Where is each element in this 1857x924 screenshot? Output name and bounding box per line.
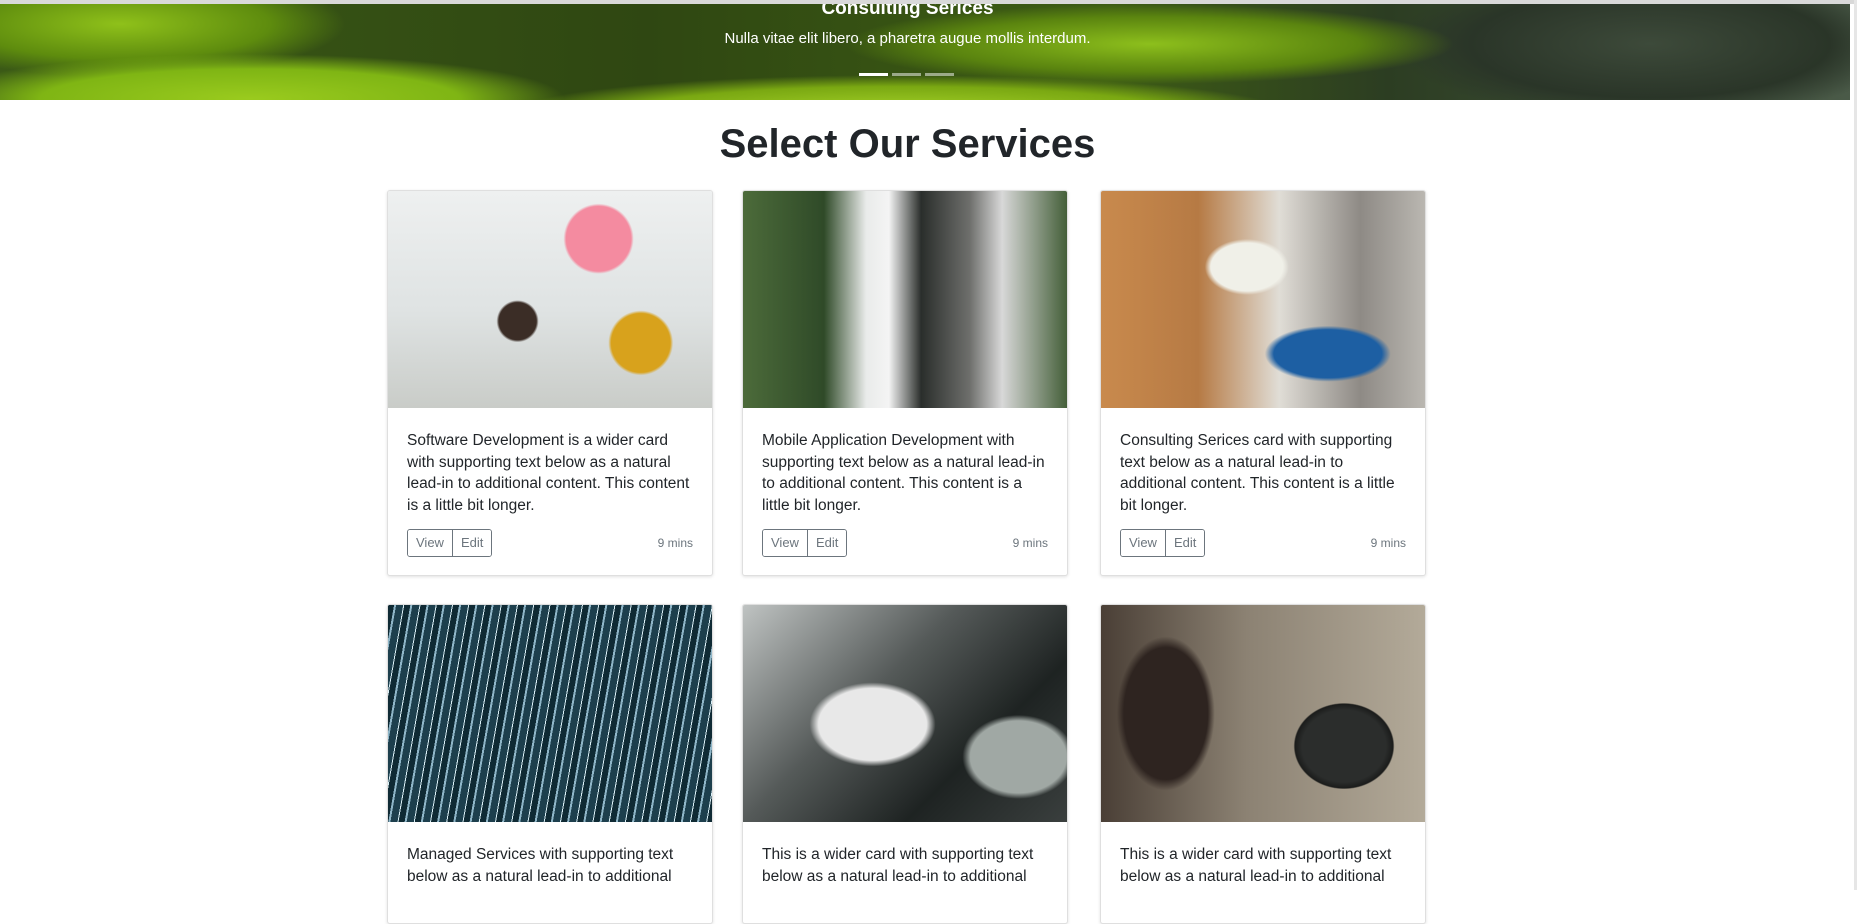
card-image xyxy=(1101,191,1425,408)
card-time: 9 mins xyxy=(1370,536,1406,550)
carousel-indicator-2[interactable] xyxy=(892,73,921,76)
service-card: This is a wider card with supporting tex… xyxy=(1100,604,1426,924)
view-button[interactable]: View xyxy=(408,530,452,556)
edit-button[interactable]: Edit xyxy=(1164,530,1205,556)
service-card: This is a wider card with supporting tex… xyxy=(742,604,1068,924)
carousel-indicator-3[interactable] xyxy=(925,73,954,76)
page-title: Select Our Services xyxy=(719,122,1096,166)
card-time: 9 mins xyxy=(1012,536,1048,550)
carousel-caption-text: Nulla vitae elit libero, a pharetra augu… xyxy=(724,30,1091,47)
card-text: Software Development is a wider card wit… xyxy=(407,432,690,514)
carousel-caption-title: Consulting Serices xyxy=(821,4,994,19)
carousel-indicators xyxy=(859,73,954,76)
button-group: View Edit xyxy=(407,529,493,557)
card-text: Managed Services with supporting text be… xyxy=(407,846,674,885)
view-button[interactable]: View xyxy=(763,530,807,556)
service-card: Mobile Application Development with supp… xyxy=(742,190,1068,576)
card-image xyxy=(388,605,712,822)
carousel-indicator-1[interactable] xyxy=(859,73,888,76)
service-card: Managed Services with supporting text be… xyxy=(387,604,713,924)
edit-button[interactable]: Edit xyxy=(806,530,847,556)
service-card: Consulting Serices card with supporting … xyxy=(1100,190,1426,576)
hero-carousel[interactable]: Consulting Serices Nulla vitae elit libe… xyxy=(0,4,1850,100)
button-group: View Edit xyxy=(762,529,848,557)
edit-button[interactable]: Edit xyxy=(451,530,492,556)
card-time: 9 mins xyxy=(657,536,693,550)
card-image xyxy=(1101,605,1425,822)
card-image xyxy=(743,191,1067,408)
service-card: Software Development is a wider card wit… xyxy=(387,190,713,576)
view-button[interactable]: View xyxy=(1121,530,1165,556)
card-text: Mobile Application Development with supp… xyxy=(762,432,1045,514)
card-image xyxy=(388,191,712,408)
card-text: Consulting Serices card with supporting … xyxy=(1120,432,1395,514)
card-text: This is a wider card with supporting tex… xyxy=(1120,846,1392,885)
card-text: This is a wider card with supporting tex… xyxy=(762,846,1034,885)
button-group: View Edit xyxy=(1120,529,1206,557)
card-image xyxy=(743,605,1067,822)
